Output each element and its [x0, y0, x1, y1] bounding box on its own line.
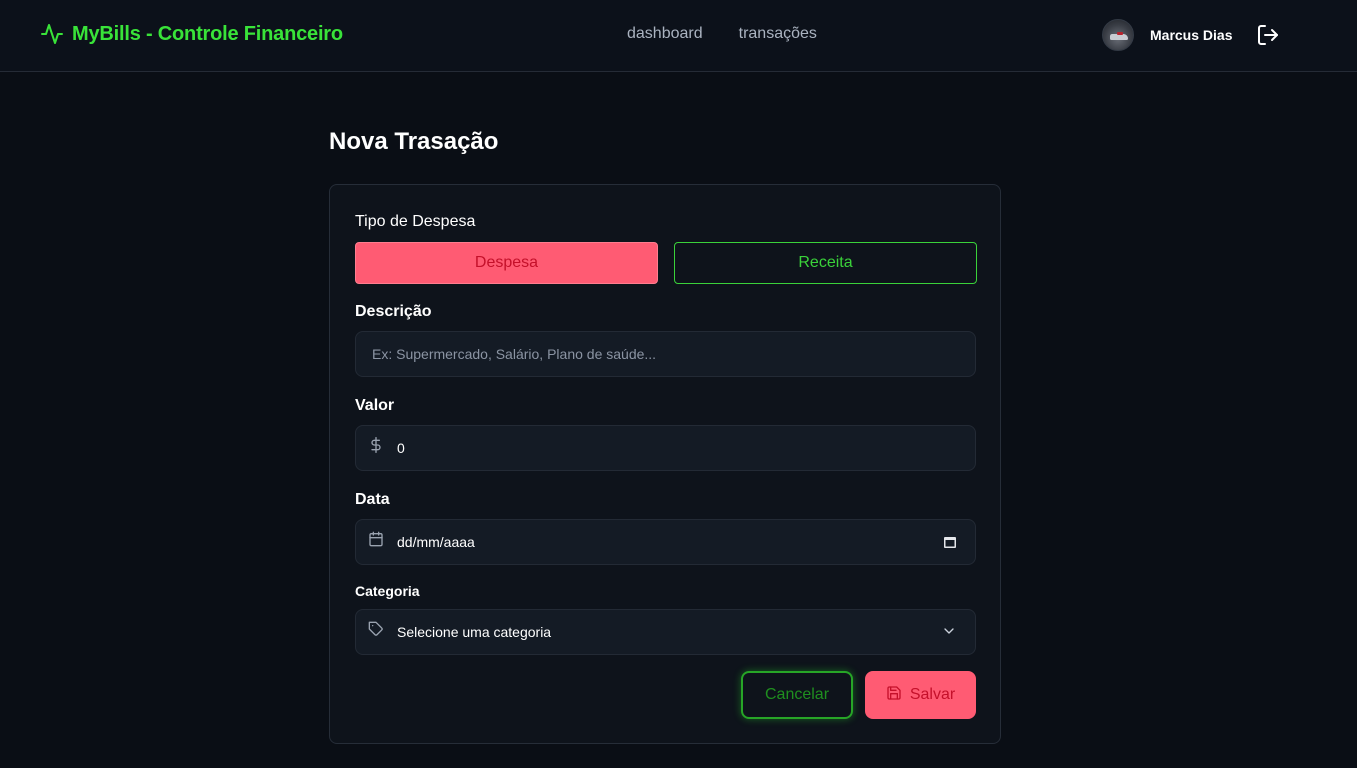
cancel-button[interactable]: Cancelar [741, 671, 853, 719]
page-title: Nova Trasação [329, 128, 499, 155]
save-label: Salvar [909, 686, 956, 703]
top-header: MyBills - Controle Financeiro dashboard … [0, 0, 1357, 72]
nav-link-dashboard[interactable]: dashboard [627, 25, 703, 43]
category-select[interactable]: Selecione uma categoria [355, 609, 976, 655]
user-name: Marcus Dias [1150, 27, 1233, 43]
main-nav: dashboard transações [627, 25, 817, 43]
tag-icon [368, 621, 384, 637]
income-type-button[interactable]: Receita [674, 242, 977, 284]
user-menu: Marcus Dias [1102, 19, 1280, 51]
description-placeholder: Ex: Supermercado, Salário, Plano de saúd… [372, 346, 657, 362]
avatar[interactable] [1102, 19, 1134, 51]
description-input[interactable]: Ex: Supermercado, Salário, Plano de saúd… [355, 331, 976, 377]
date-label: Data [355, 491, 390, 508]
category-selected-text: Selecione uma categoria [397, 624, 552, 640]
calendar-icon [368, 531, 384, 547]
save-icon [886, 685, 902, 706]
date-text: dd/mm/aaaa [397, 534, 475, 550]
chevron-down-icon [941, 623, 957, 644]
date-input[interactable]: dd/mm/aaaa [355, 519, 976, 565]
date-picker-icon[interactable] [943, 535, 957, 554]
value-text: 0 [397, 440, 405, 456]
category-label: Categoria [355, 583, 420, 599]
description-label: Descrição [355, 303, 432, 320]
save-button[interactable]: Salvar [865, 671, 976, 719]
nav-link-transactions[interactable]: transações [739, 25, 817, 43]
logout-icon[interactable] [1256, 23, 1280, 47]
expense-type-button[interactable]: Despesa [355, 242, 658, 284]
activity-pulse-icon [40, 22, 64, 46]
brand[interactable]: MyBills - Controle Financeiro [40, 22, 343, 46]
transaction-form-card: Tipo de Despesa Despesa Receita Descriçã… [329, 184, 1001, 744]
value-label: Valor [355, 397, 395, 414]
value-input[interactable]: 0 [355, 425, 976, 471]
brand-title: MyBills - Controle Financeiro [72, 22, 343, 45]
dollar-sign-icon [368, 437, 384, 453]
form-actions: Cancelar Salvar [741, 671, 976, 719]
type-label: Tipo de Despesa [355, 213, 476, 230]
